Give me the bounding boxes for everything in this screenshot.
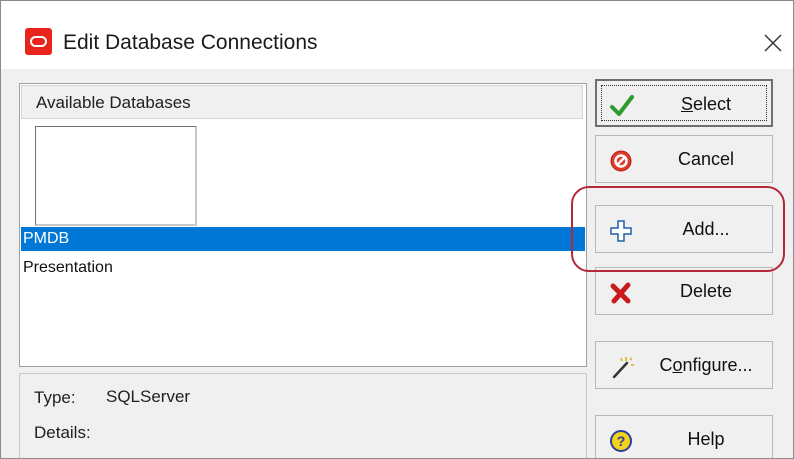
type-label: Type:: [34, 388, 76, 407]
configure-button[interactable]: Configure...: [595, 341, 773, 389]
cancel-button-label: Cancel: [677, 149, 735, 169]
select-button-label: Select: [680, 94, 732, 114]
details-label: Details:: [34, 423, 91, 442]
help-button[interactable]: ? Help: [595, 415, 773, 458]
list-item-pmdb[interactable]: PMDB: [21, 227, 585, 251]
svg-text:?: ?: [617, 433, 626, 449]
oracle-app-icon: [25, 28, 52, 55]
magic-wand-icon: [612, 357, 634, 379]
list-item-presentation[interactable]: Presentation: [21, 256, 585, 280]
delete-button-label: Delete: [679, 281, 733, 301]
x-icon: [610, 282, 631, 304]
help-icon: ?: [610, 430, 632, 452]
list-item-label: PMDB: [23, 230, 70, 247]
edit-database-connections-dialog: Edit Database Connections Available Data…: [0, 0, 794, 459]
close-button[interactable]: [757, 27, 787, 57]
close-icon: [764, 34, 782, 52]
connection-info-panel: Type: SQLServer Details:: [19, 373, 587, 458]
configure-button-label: Configure...: [659, 355, 753, 375]
list-header-label: Available Databases: [36, 93, 191, 112]
empty-panel: [35, 126, 197, 226]
window-title: Edit Database Connections: [63, 31, 318, 54]
available-databases-list[interactable]: Available Databases PMDB Presentation: [19, 83, 587, 367]
help-button-label: Help: [687, 429, 725, 449]
list-item-label: Presentation: [23, 259, 113, 276]
list-header[interactable]: Available Databases: [21, 85, 583, 119]
type-value: SQLServer: [106, 387, 191, 406]
select-button[interactable]: Select: [595, 79, 773, 127]
title-bar: Edit Database Connections: [1, 1, 793, 69]
cancel-button[interactable]: Cancel: [595, 135, 773, 183]
cancel-icon: [610, 150, 632, 172]
checkmark-icon: [610, 95, 634, 116]
highlight-annotation-ring: [571, 186, 785, 272]
delete-button[interactable]: Delete: [595, 267, 773, 315]
